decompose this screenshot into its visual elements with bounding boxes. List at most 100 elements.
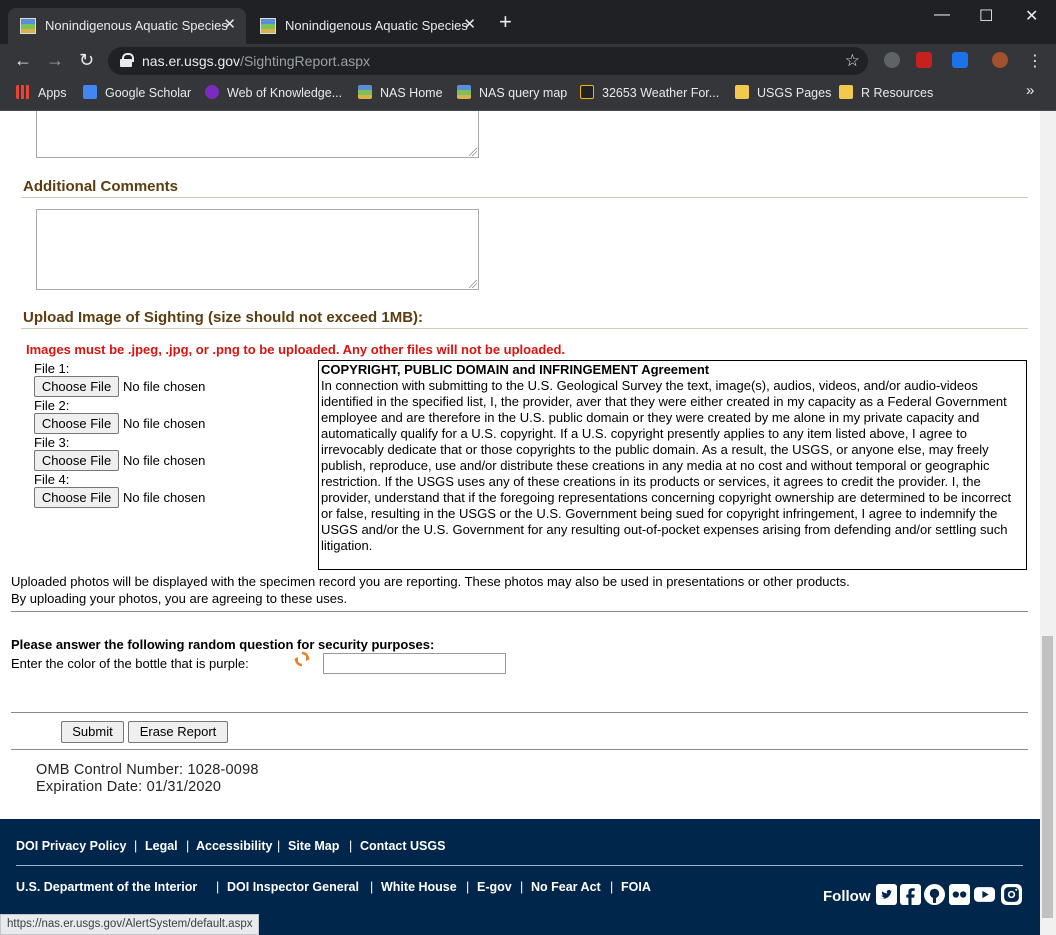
google-scholar-icon <box>83 85 97 99</box>
facebook-icon[interactable] <box>900 884 921 905</box>
footer-link-foia[interactable]: FOIA <box>621 880 651 894</box>
bookmark-web-of-knowledge[interactable]: Web of Knowledge... <box>205 85 342 100</box>
footer-link-inspector-general[interactable]: DOI Inspector General <box>227 880 359 894</box>
chrome-menu-icon[interactable]: ⋮ <box>1027 51 1043 71</box>
bookmark-nas-home[interactable]: NAS Home <box>358 85 443 100</box>
tab-close-icon[interactable]: ✕ <box>463 15 476 33</box>
minimize-button[interactable]: — <box>934 6 950 24</box>
flickr-icon[interactable] <box>949 884 970 905</box>
footer-separator: | <box>610 880 614 894</box>
back-arrow-icon[interactable]: ← <box>14 50 32 71</box>
bookmarks-overflow-button[interactable]: » <box>1026 82 1034 99</box>
footer-separator: | <box>277 839 281 853</box>
file-2-status: No file chosen <box>123 416 206 431</box>
follow-label: Follow <box>823 888 871 905</box>
footer-separator: | <box>134 839 138 853</box>
bookmark-apps[interactable]: Apps <box>16 85 67 100</box>
file-3-choose-button[interactable]: Choose File <box>34 450 119 471</box>
upload-warning: Images must be .jpeg, .jpg, or .png to b… <box>26 342 566 357</box>
instagram-icon[interactable] <box>1001 884 1022 905</box>
footer-link-contact[interactable]: Contact USGS <box>360 839 445 853</box>
footer-link-privacy[interactable]: DOI Privacy Policy <box>16 839 126 853</box>
security-answer-input[interactable] <box>323 653 506 674</box>
erase-report-button[interactable]: Erase Report <box>128 721 228 743</box>
browser-toolbar: ← → ↻ nas.er.usgs.gov/SightingReport.asp… <box>0 44 1056 78</box>
twitter-icon[interactable] <box>876 884 897 905</box>
scrollbar-thumb[interactable] <box>1042 636 1053 918</box>
adobe-pdf-extension-icon[interactable] <box>916 52 932 68</box>
upload-image-heading: Upload Image of Sighting (size should no… <box>23 309 424 326</box>
footer-link-site-map[interactable]: Site Map <box>288 839 339 853</box>
footer-separator: | <box>186 839 190 853</box>
refresh-question-icon[interactable] <box>294 651 310 667</box>
bookmark-star-icon[interactable]: ☆ <box>845 51 860 71</box>
footer-separator: | <box>520 880 524 894</box>
footer-link-no-fear-act[interactable]: No Fear Act <box>531 880 601 894</box>
browser-tab-1[interactable]: Nonindigenous Aquatic Species ✕ <box>8 8 246 44</box>
security-heading: Please answer the following random quest… <box>11 637 435 652</box>
wunderground-icon <box>580 85 594 99</box>
url-text: nas.er.usgs.gov/SightingReport.aspx <box>142 53 371 69</box>
additional-comments-heading: Additional Comments <box>23 178 179 195</box>
bookmark-nas-query-map[interactable]: NAS query map <box>457 85 567 100</box>
agreement-title: COPYRIGHT, PUBLIC DOMAIN and INFRINGEMEN… <box>321 362 710 377</box>
forward-arrow-icon[interactable]: → <box>46 50 64 71</box>
tab-title: Nonindigenous Aquatic Species <box>45 18 228 33</box>
youtube-icon[interactable] <box>974 884 995 905</box>
github-icon[interactable] <box>924 884 945 905</box>
nas-icon <box>457 85 471 99</box>
file-4-label: File 4: <box>34 472 70 487</box>
close-window-button[interactable]: ✕ <box>1025 6 1038 26</box>
footer-link-accessibility[interactable]: Accessibility <box>196 839 272 853</box>
bookmark-r-resources[interactable]: R Resources <box>839 85 933 100</box>
footer-separator: | <box>216 880 220 894</box>
browser-tab-2[interactable]: Nonindigenous Aquatic Species ✕ <box>248 8 486 44</box>
address-bar[interactable]: nas.er.usgs.gov/SightingReport.aspx ☆ <box>108 47 868 75</box>
browser-titlebar: Nonindigenous Aquatic Species ✕ Nonindig… <box>0 0 1056 44</box>
bookmark-usgs-pages[interactable]: USGS Pages <box>735 85 831 100</box>
ublock-extension-icon[interactable] <box>884 52 900 68</box>
footer-separator: | <box>466 880 470 894</box>
tab-title: Nonindigenous Aquatic Species <box>285 18 468 33</box>
extension-icon[interactable] <box>952 52 968 68</box>
profile-avatar[interactable] <box>992 52 1008 68</box>
tab-close-icon[interactable]: ✕ <box>223 15 236 33</box>
submit-button[interactable]: Submit <box>61 721 124 743</box>
footer-link-egov[interactable]: E-gov <box>477 880 512 894</box>
page-scrollbar[interactable] <box>1040 111 1056 935</box>
file-2-choose-button[interactable]: Choose File <box>34 413 119 434</box>
expiration-date: Expiration Date: 01/31/2020 <box>36 779 222 795</box>
photo-note-2: By uploading your photos, you are agreei… <box>11 591 348 606</box>
nas-icon <box>358 85 372 99</box>
section-rule <box>21 328 1028 329</box>
new-tab-button[interactable]: + <box>499 11 512 33</box>
divider <box>11 611 1028 612</box>
section-rule <box>21 197 1028 198</box>
nas-favicon-icon <box>260 18 276 34</box>
file-4-status: No file chosen <box>123 490 206 505</box>
footer-link-legal[interactable]: Legal <box>145 839 178 853</box>
web-of-knowledge-icon <box>205 85 219 99</box>
lock-icon <box>120 53 134 67</box>
folder-icon <box>735 85 749 99</box>
copyright-agreement-box[interactable]: COPYRIGHT, PUBLIC DOMAIN and INFRINGEMEN… <box>318 360 1027 570</box>
nas-favicon-icon <box>20 18 36 34</box>
maximize-button[interactable]: ☐ <box>979 6 993 26</box>
divider <box>11 712 1028 713</box>
reload-icon[interactable]: ↻ <box>79 50 94 71</box>
file-4-choose-button[interactable]: Choose File <box>34 487 119 508</box>
file-3-status: No file chosen <box>123 453 206 468</box>
file-1-label: File 1: <box>34 361 70 376</box>
link-status-bar: https://nas.er.usgs.gov/AlertSystem/defa… <box>0 914 260 935</box>
previous-textarea[interactable] <box>36 111 479 158</box>
bookmark-google-scholar[interactable]: Google Scholar <box>83 85 191 100</box>
bookmark-weather[interactable]: 32653 Weather For... <box>580 85 719 100</box>
footer-link-white-house[interactable]: White House <box>381 880 457 894</box>
file-2-label: File 2: <box>34 398 70 413</box>
footer-link-doi[interactable]: U.S. Department of the Interior <box>16 880 197 894</box>
additional-comments-textarea[interactable] <box>36 209 479 290</box>
file-3-label: File 3: <box>34 435 70 450</box>
security-question: Enter the color of the bottle that is pu… <box>11 656 249 671</box>
file-1-choose-button[interactable]: Choose File <box>34 376 119 397</box>
page-content: Additional Comments Upload Image of Sigh… <box>0 111 1040 935</box>
